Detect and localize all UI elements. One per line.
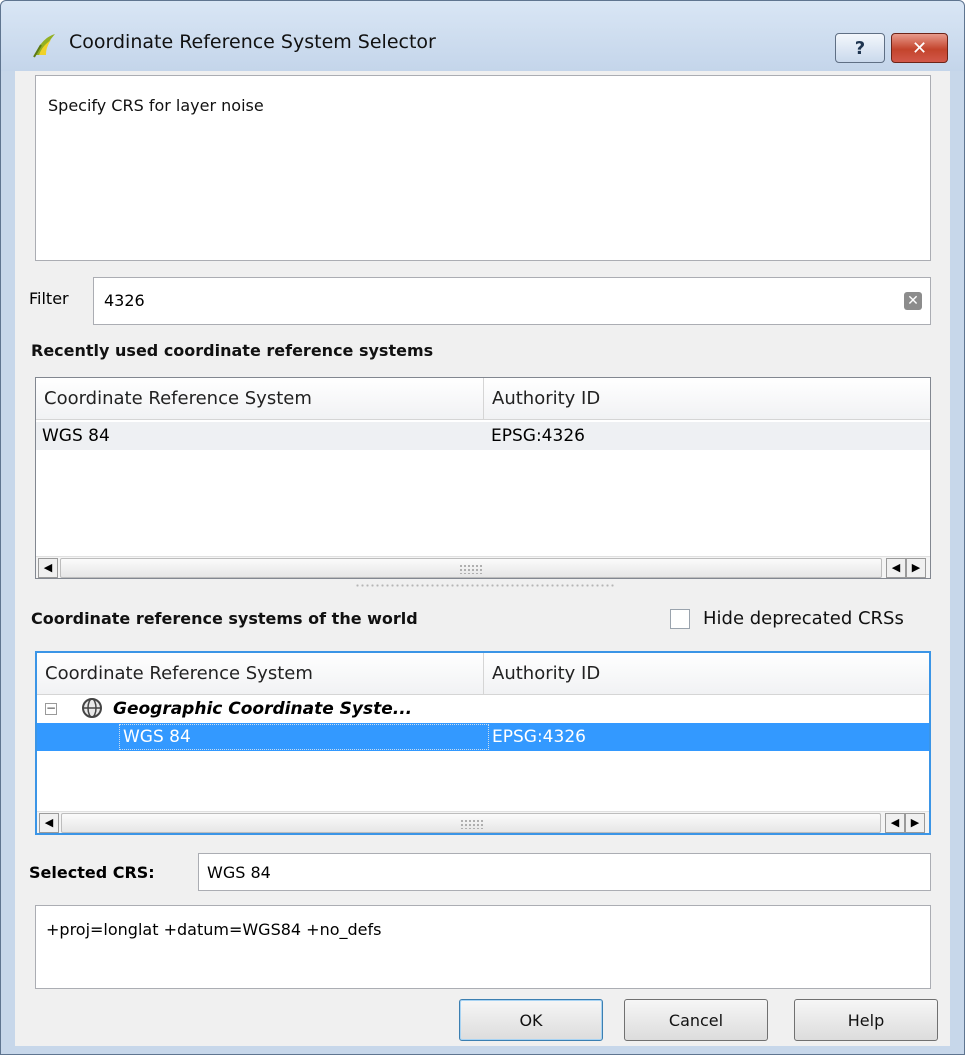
world-horizontal-scrollbar[interactable]: ◀ ◀ ▶ <box>37 811 929 833</box>
filter-label: Filter <box>29 289 69 308</box>
selected-crs-label: Selected CRS: <box>29 863 155 882</box>
clear-filter-icon[interactable]: ✕ <box>904 292 922 310</box>
hide-deprecated-checkbox[interactable] <box>670 609 690 629</box>
message-box: Specify CRS for layer noise <box>35 75 931 261</box>
table-row[interactable]: WGS 84 EPSG:4326 <box>36 422 930 450</box>
collapse-icon[interactable]: − <box>45 702 57 715</box>
filter-value: 4326 <box>104 291 145 310</box>
world-crs-tree[interactable]: Coordinate Reference System Authority ID… <box>35 651 931 835</box>
crs-selector-dialog: Coordinate Reference System Selector ? ✕… <box>0 0 965 1055</box>
table-row[interactable]: WGS 84 EPSG:4326 <box>37 723 929 751</box>
grip-icon <box>460 819 484 829</box>
scroll-right-icon[interactable]: ▶ <box>905 813 925 833</box>
world-crs-heading: Coordinate reference systems of the worl… <box>31 609 418 628</box>
scroll-left-icon[interactable]: ◀ <box>38 558 58 578</box>
recent-crs-table[interactable]: Coordinate Reference System Authority ID… <box>35 377 931 579</box>
recent-column-crs[interactable]: Coordinate Reference System <box>36 378 484 420</box>
scroll-thumb[interactable] <box>60 558 882 578</box>
tree-group-row[interactable]: − Geographic Coordinate Syste... <box>37 695 929 723</box>
world-row-authority: EPSG:4326 <box>492 727 586 747</box>
ok-button[interactable]: OK <box>459 999 603 1041</box>
close-button[interactable]: ✕ <box>891 33 948 63</box>
recent-crs-heading: Recently used coordinate reference syste… <box>31 341 434 360</box>
selected-crs-value: WGS 84 <box>207 863 271 882</box>
proj-string-box[interactable]: +proj=longlat +datum=WGS84 +no_defs <box>35 905 931 989</box>
world-column-crs[interactable]: Coordinate Reference System <box>37 653 484 695</box>
question-icon: ? <box>854 37 866 59</box>
help-title-button[interactable]: ? <box>835 33 885 63</box>
proj-string-text: +proj=longlat +datum=WGS84 +no_defs <box>46 920 382 939</box>
message-text: Specify CRS for layer noise <box>48 96 264 115</box>
recent-row-authority: EPSG:4326 <box>491 426 585 446</box>
splitter-handle[interactable] <box>355 583 615 589</box>
globe-icon <box>82 698 102 718</box>
help-button[interactable]: Help <box>794 999 938 1041</box>
hide-deprecated-label[interactable]: Hide deprecated CRSs <box>703 608 904 629</box>
close-icon: ✕ <box>911 37 928 59</box>
scroll-right-icon[interactable]: ▶ <box>906 558 926 578</box>
grip-icon <box>459 564 483 574</box>
world-row-crs: WGS 84 <box>123 727 191 747</box>
recent-row-crs: WGS 84 <box>42 426 110 446</box>
group-label: Geographic Coordinate Syste... <box>113 699 413 719</box>
world-column-authority[interactable]: Authority ID <box>484 653 929 695</box>
recent-column-authority[interactable]: Authority ID <box>484 378 930 420</box>
filter-input[interactable]: 4326 ✕ <box>93 277 931 325</box>
recent-horizontal-scrollbar[interactable]: ◀ ◀ ▶ <box>36 556 930 578</box>
scroll-left-icon[interactable]: ◀ <box>39 813 59 833</box>
scroll-left-icon[interactable]: ◀ <box>885 813 905 833</box>
cancel-button[interactable]: Cancel <box>624 999 768 1041</box>
dialog-body: Specify CRS for layer noise Filter 4326 … <box>15 71 950 1046</box>
scroll-thumb[interactable] <box>61 813 881 833</box>
qgis-app-icon <box>33 34 55 58</box>
scroll-left-icon[interactable]: ◀ <box>886 558 906 578</box>
title-bar[interactable]: Coordinate Reference System Selector ? ✕ <box>1 1 964 71</box>
window-title: Coordinate Reference System Selector <box>69 31 436 53</box>
selected-crs-field[interactable]: WGS 84 <box>198 853 931 891</box>
